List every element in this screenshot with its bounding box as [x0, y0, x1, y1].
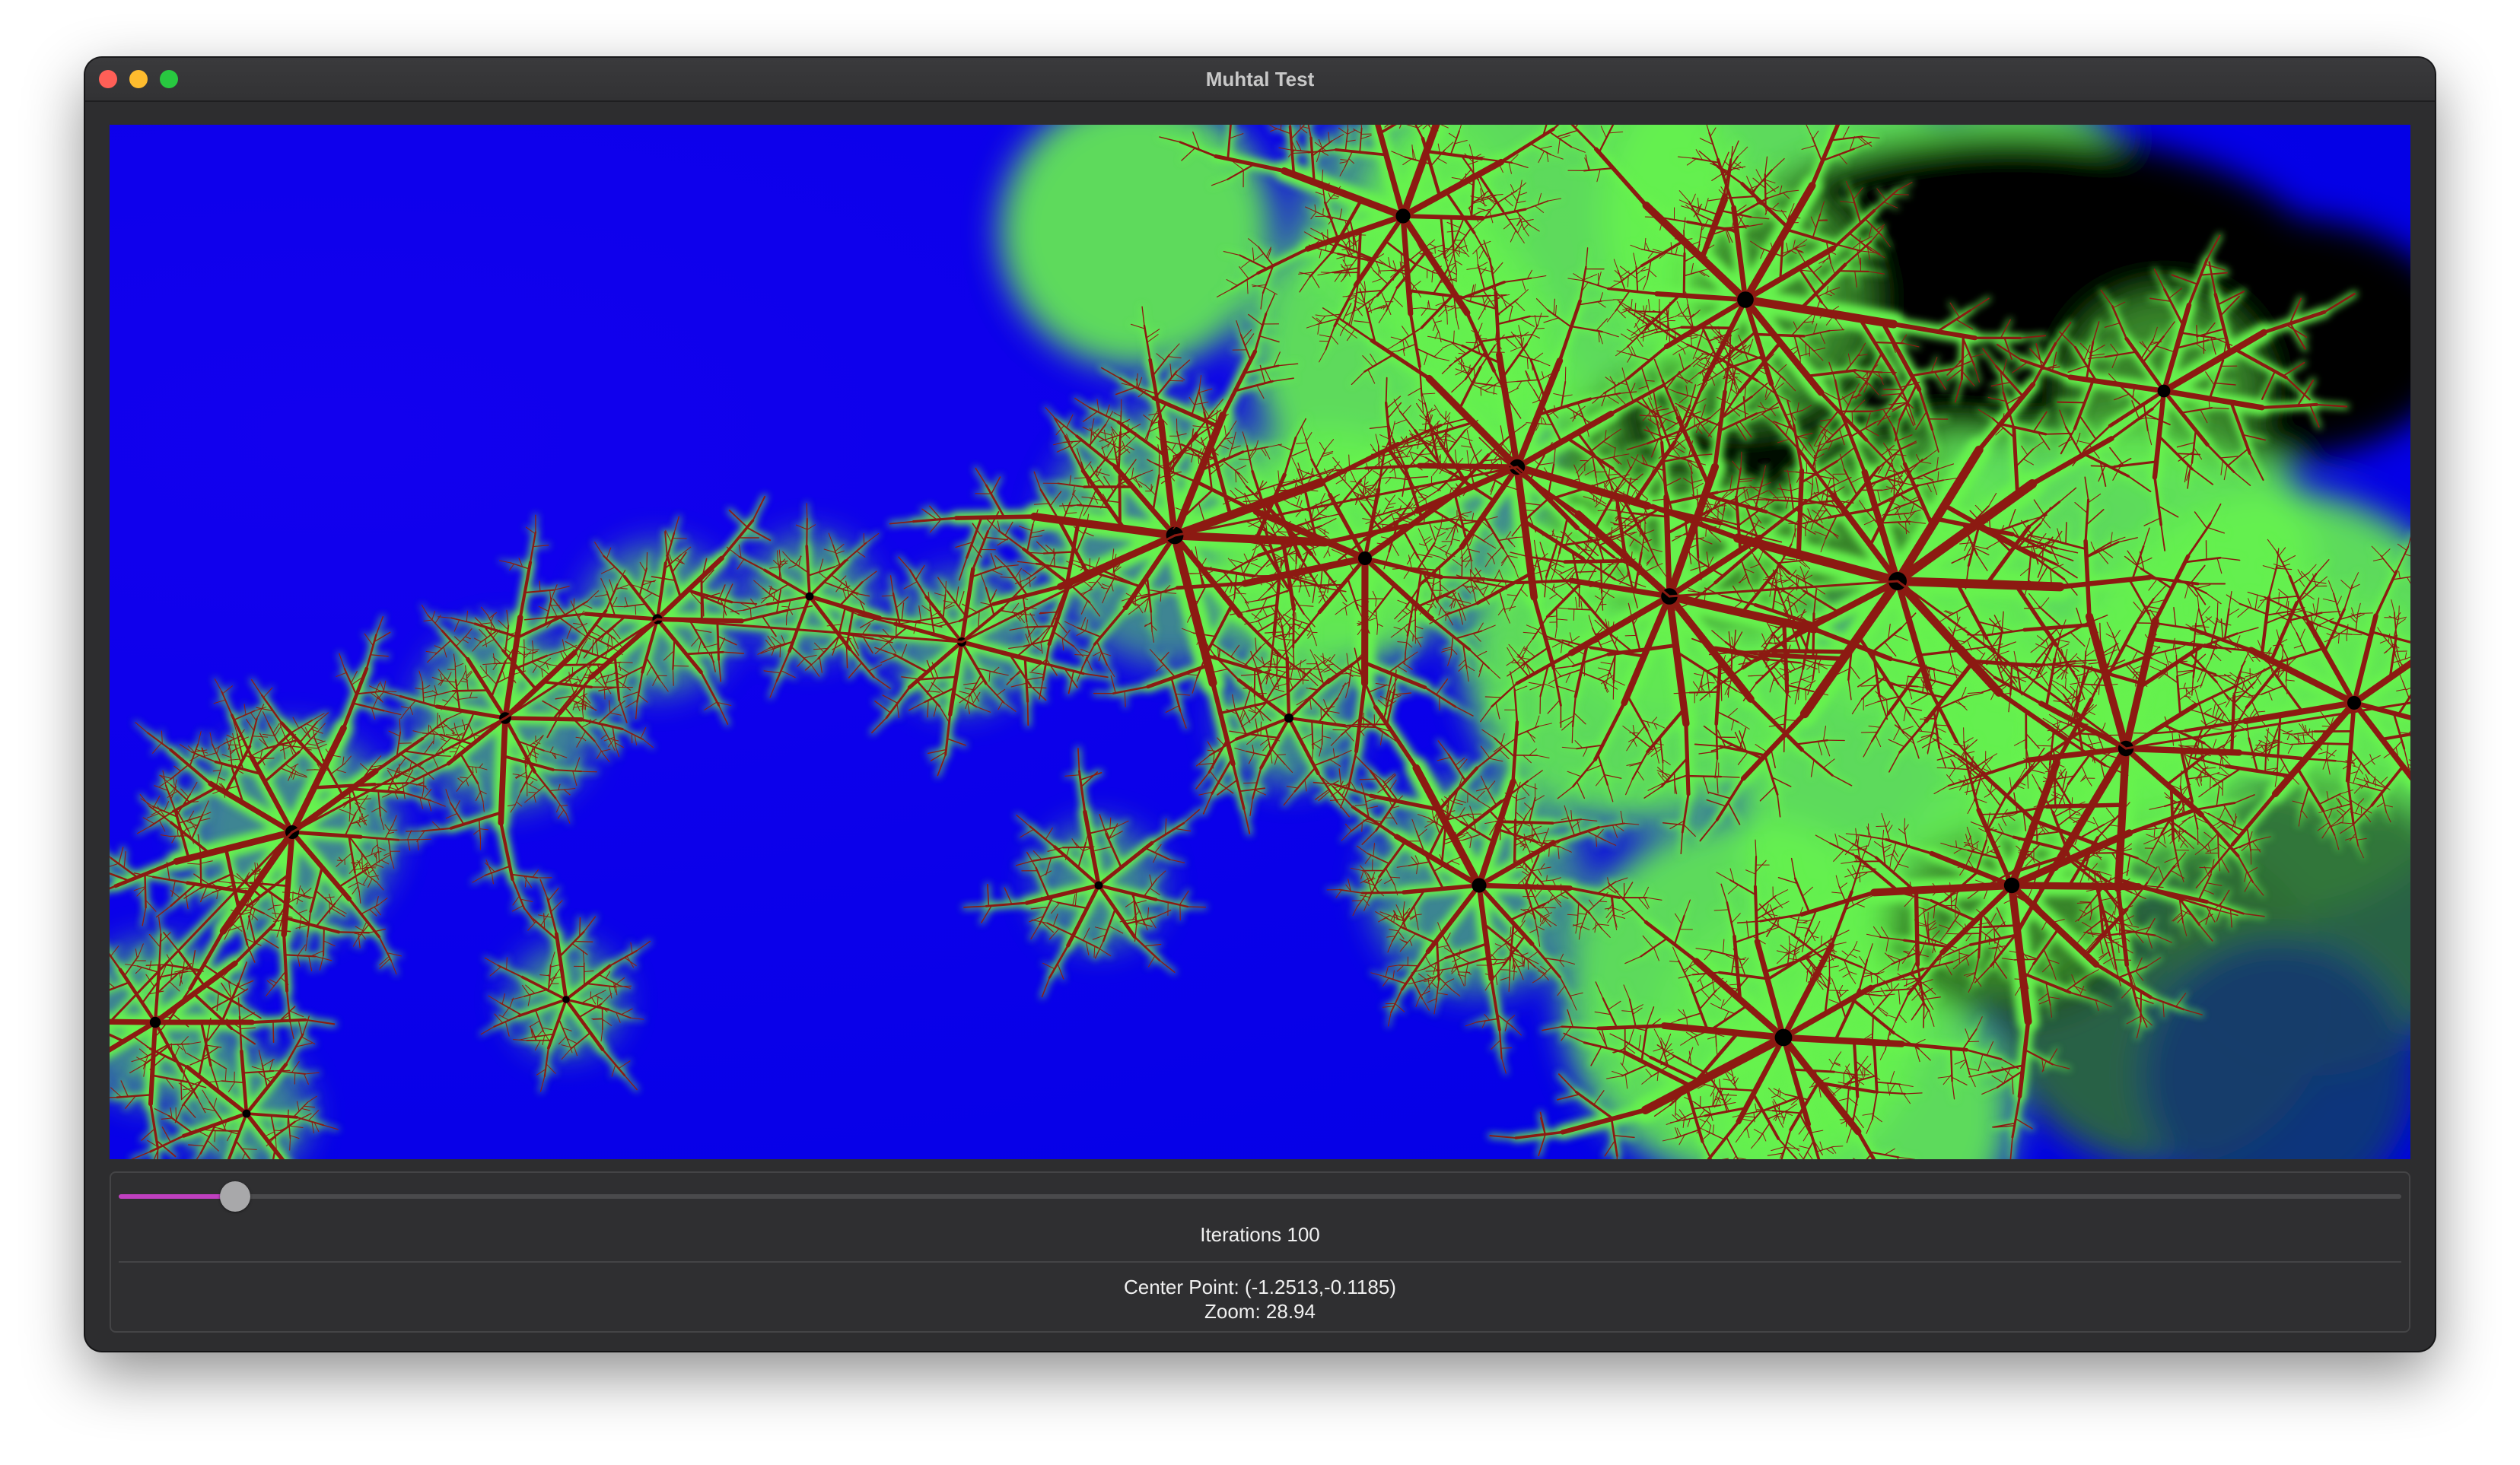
controls-panel: Iterations 100 Center Point: (-1.2513,-0… — [110, 1171, 2410, 1333]
center-point-text: Center Point: (-1.2513,-0.1185) — [1124, 1276, 1396, 1298]
title-bar[interactable]: Muhtal Test — [85, 58, 2435, 102]
divider — [119, 1261, 2401, 1263]
window-title: Muhtal Test — [1205, 68, 1315, 91]
fractal-image[interactable] — [110, 125, 2410, 1159]
status-readout: Center Point: (-1.2513,-0.1185) Zoom: 28… — [111, 1275, 2409, 1324]
slider-thumb[interactable] — [220, 1181, 250, 1212]
zoom-text: Zoom: 28.94 — [1204, 1300, 1316, 1323]
iterations-slider[interactable] — [119, 1181, 2401, 1212]
fractal-canvas[interactable] — [110, 125, 2410, 1159]
app-window: Muhtal Test Iterations 100 Center Point:… — [85, 58, 2435, 1351]
iterations-label: Iterations 100 — [1200, 1223, 1320, 1246]
slider-fill — [119, 1194, 235, 1199]
